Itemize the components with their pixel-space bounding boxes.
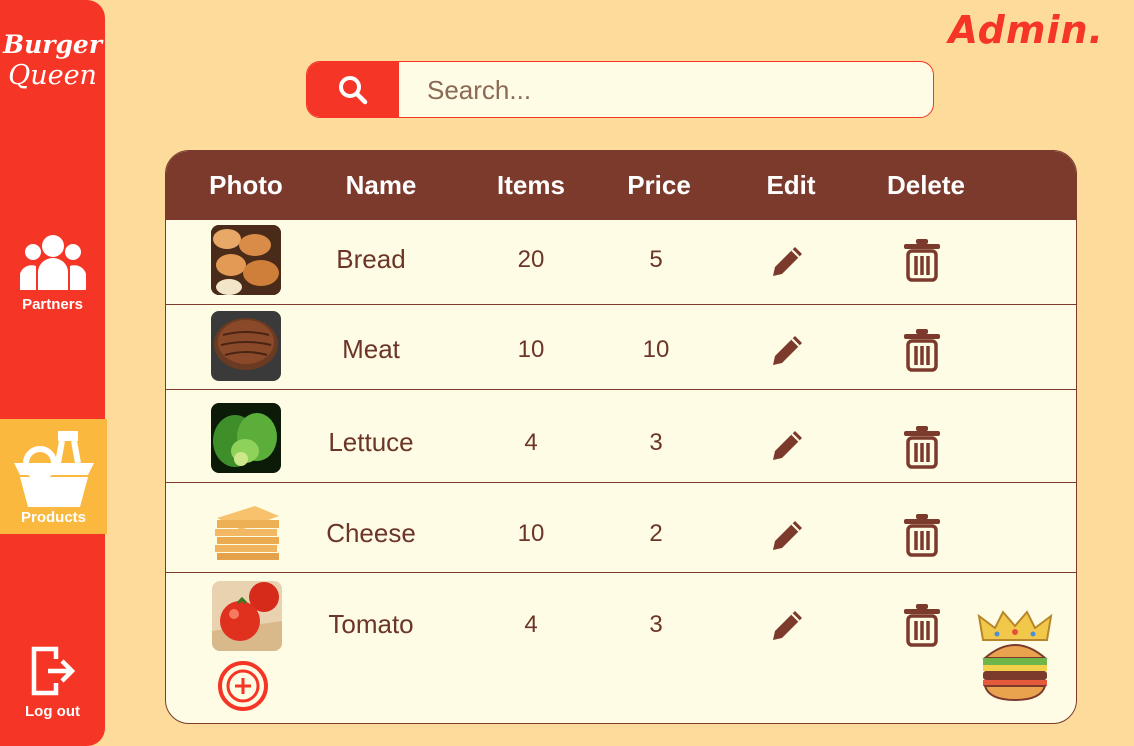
product-items: 10: [517, 336, 545, 363]
nav-label-products: Products: [20, 509, 86, 526]
table-row: Meat 10 10: [166, 305, 1076, 390]
edit-pencil-icon[interactable]: [769, 331, 807, 369]
delete-trash-icon[interactable]: [903, 238, 941, 282]
column-header-name: Name: [345, 170, 417, 200]
delete-trash-icon[interactable]: [903, 603, 941, 647]
brand-line1: Burger: [2, 30, 103, 59]
nav-item-logout[interactable]: Log out: [0, 645, 105, 720]
edit-pencil-icon[interactable]: [769, 516, 807, 554]
product-name: Cheese: [326, 518, 416, 548]
column-header-photo: Photo: [209, 170, 283, 200]
brand-logo: Burger Queen: [0, 30, 105, 92]
burger-crown-mascot-icon: [977, 610, 1053, 702]
nav-label-logout: Log out: [25, 703, 80, 720]
product-price: 2: [649, 520, 663, 547]
table-header: Photo Name Items Price Edit Delete: [166, 151, 1076, 220]
cheese-photo: [211, 496, 281, 566]
product-name: Meat: [342, 334, 400, 364]
search-bar: [306, 61, 934, 118]
search-icon: [339, 75, 368, 104]
product-items: 20: [517, 246, 545, 273]
product-name: Lettuce: [328, 427, 414, 457]
column-header-price: Price: [627, 170, 691, 200]
tomato-photo: [212, 581, 282, 651]
table-row: Cheese 10 2: [166, 483, 1076, 573]
meat-photo: [211, 311, 281, 381]
product-price: 3: [649, 429, 663, 456]
admin-title: Admin.: [948, 8, 1104, 52]
bread-photo: [211, 225, 281, 295]
edit-pencil-icon[interactable]: [769, 426, 807, 464]
product-price: 3: [649, 611, 663, 638]
nav-item-partners[interactable]: Partners: [0, 232, 105, 313]
column-header-delete: Delete: [886, 170, 966, 200]
edit-pencil-icon[interactable]: [769, 606, 807, 644]
edit-pencil-icon[interactable]: [769, 242, 807, 280]
product-price: 5: [649, 246, 663, 273]
lettuce-photo: [211, 403, 281, 473]
product-items: 4: [524, 429, 538, 456]
brand-line2: Queen: [8, 60, 97, 91]
table-row: Lettuce 4 3: [166, 390, 1076, 483]
plus-icon: [226, 669, 260, 703]
column-header-edit: Edit: [766, 170, 816, 200]
products-table: Photo Name Items Price Edit Delete Bread…: [165, 150, 1077, 724]
column-header-items: Items: [497, 170, 565, 200]
delete-trash-icon[interactable]: [903, 513, 941, 557]
product-items: 10: [517, 520, 545, 547]
nav-label-partners: Partners: [22, 296, 83, 313]
search-input[interactable]: [425, 70, 919, 110]
product-name: Tomato: [328, 609, 414, 639]
nav-item-products[interactable]: Products: [0, 419, 107, 534]
search-button[interactable]: [307, 62, 399, 117]
table-row: Bread 20 5: [166, 220, 1076, 305]
delete-trash-icon[interactable]: [903, 328, 941, 372]
basket-icon: [13, 431, 94, 507]
add-product-button[interactable]: [218, 661, 268, 711]
product-items: 4: [524, 611, 538, 638]
sidebar: Burger Queen Partners Products Log out: [0, 0, 107, 746]
delete-trash-icon[interactable]: [903, 425, 941, 469]
table-row: Tomato 4 3: [166, 573, 1076, 673]
logout-icon: [31, 646, 75, 696]
product-name: Bread: [336, 244, 406, 274]
product-price: 10: [642, 336, 670, 363]
users-icon: [19, 235, 86, 290]
